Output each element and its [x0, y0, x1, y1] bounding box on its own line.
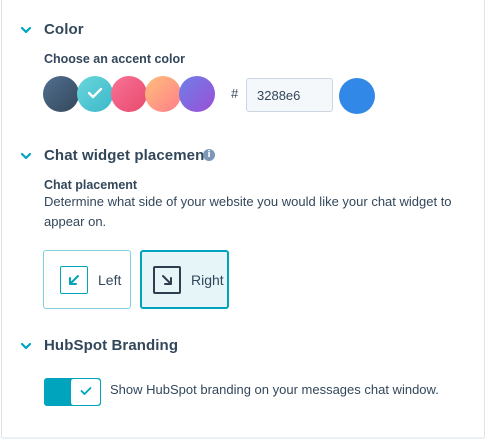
accent-swatch-list	[43, 76, 215, 112]
placement-option-left[interactable]: Left	[43, 250, 131, 309]
chevron-down-icon	[20, 150, 32, 162]
panel-divider	[2, 437, 484, 439]
branding-toggle-label: Show HubSpot branding on your messages c…	[110, 382, 439, 397]
branding-section-title: HubSpot Branding	[44, 337, 179, 354]
swatch-orange[interactable]	[145, 76, 181, 112]
swatch-pink[interactable]	[111, 76, 147, 112]
placement-right-label: Right	[191, 271, 224, 288]
checkmark-icon	[87, 87, 103, 102]
chevron-down-icon	[20, 24, 32, 36]
color-section-toggle[interactable]: Color	[20, 21, 84, 38]
branding-section-toggle[interactable]: HubSpot Branding	[20, 337, 178, 354]
arrow-down-right-icon	[153, 265, 181, 294]
swatch-slate[interactable]	[43, 76, 79, 112]
branding-toggle[interactable]	[44, 378, 101, 406]
chevron-down-icon	[20, 340, 32, 352]
color-preview	[339, 78, 375, 114]
hash-symbol: #	[231, 86, 239, 101]
toggle-knob	[70, 379, 100, 405]
swatch-teal[interactable]	[77, 76, 113, 112]
info-icon[interactable]: i	[203, 149, 215, 161]
color-section-title: Color	[44, 21, 84, 38]
chat-placement-label: Chat placement	[44, 178, 138, 192]
hex-color-input[interactable]	[246, 78, 333, 112]
placement-description-line1: Determine what side of your website you …	[44, 194, 452, 209]
swatch-purple[interactable]	[179, 76, 215, 112]
placement-section-title: Chat widget placement	[44, 147, 210, 164]
checkmark-icon	[80, 383, 92, 401]
placement-description-line2: appear on.	[44, 214, 107, 229]
placement-option-right[interactable]: Right	[140, 250, 229, 309]
placement-left-label: Left	[98, 271, 122, 288]
arrow-down-left-icon	[60, 265, 88, 294]
placement-section-toggle[interactable]: Chat widget placement	[20, 147, 209, 164]
accent-color-label: Choose an accent color	[44, 52, 186, 66]
